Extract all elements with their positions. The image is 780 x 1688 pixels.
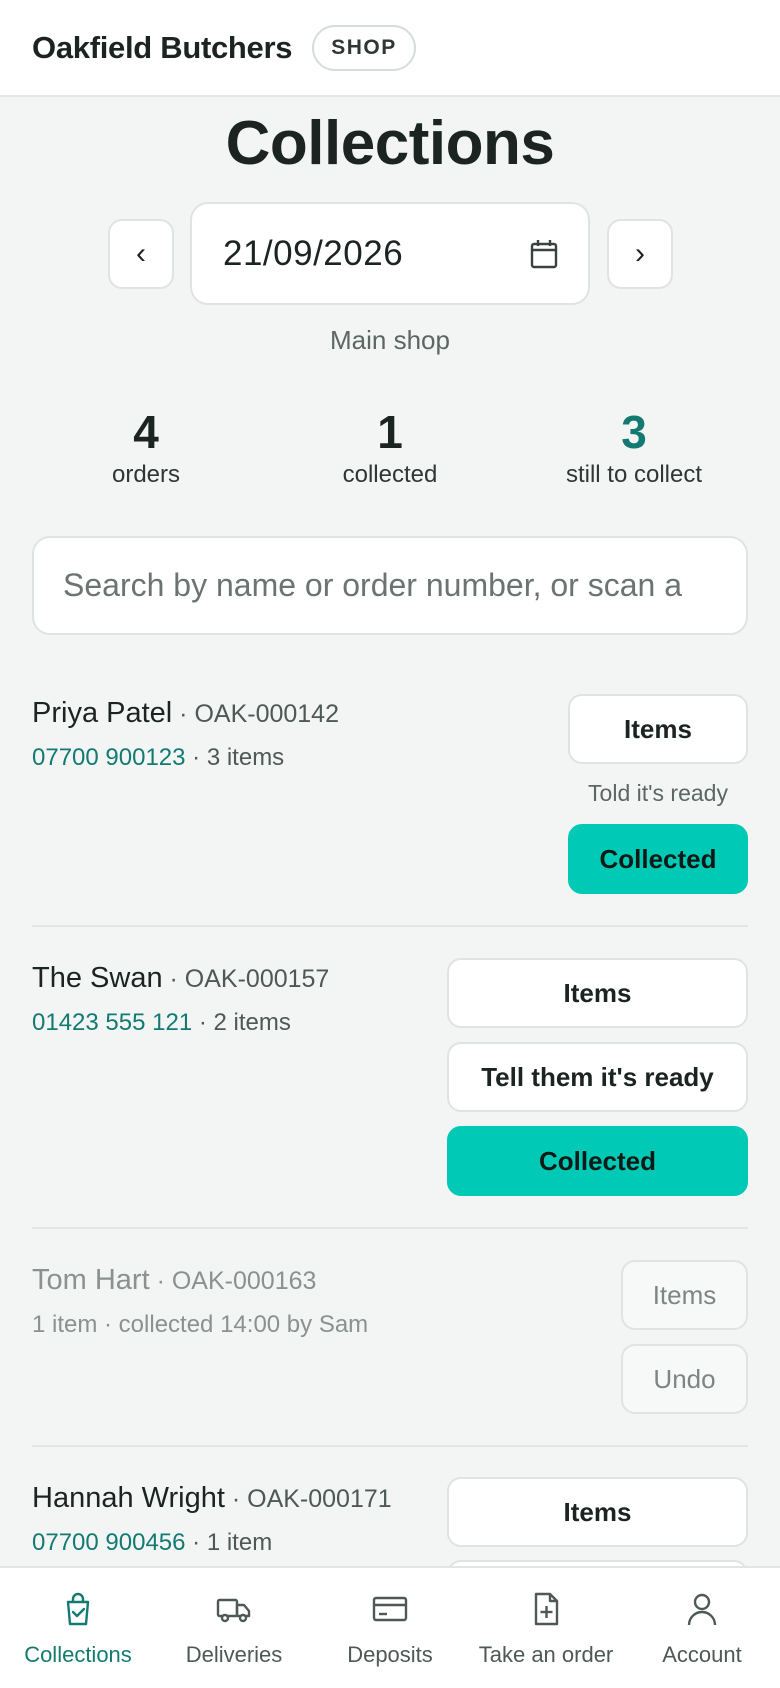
credit-card-icon	[372, 1596, 408, 1622]
nav-label: Deposits	[347, 1642, 433, 1667]
ready-status: Told it's ready	[588, 780, 728, 806]
bottom-nav: Collections Deliveries Deposits Take an …	[0, 1566, 780, 1688]
phone-link[interactable]: 07700 900123	[32, 744, 186, 771]
customer-name: Priya Patel	[32, 697, 173, 729]
item-count: · 3 items	[185, 744, 285, 771]
items-button[interactable]: Items	[568, 694, 748, 764]
order-number: · OAK-000171	[224, 1485, 392, 1513]
order-number: · OAK-000142	[172, 700, 339, 728]
stat-remaining-label: still to collect	[565, 461, 703, 488]
date-value: 21/09/2026	[223, 233, 404, 273]
collected-button[interactable]: Collected	[568, 824, 748, 894]
app-header: Oakfield Butchers SHOP	[0, 0, 780, 97]
tell-ready-button[interactable]: Tell them it's ready	[447, 1042, 748, 1112]
collected-button[interactable]: Collected	[447, 1126, 748, 1196]
brand-name: Oakfield Butchers	[32, 29, 293, 65]
stat-collected-label: collected	[342, 461, 438, 488]
items-button[interactable]: Items	[447, 1477, 748, 1547]
collected-detail: 1 item · collected 14:00 by Sam	[32, 1311, 369, 1338]
document-plus-icon	[534, 1592, 559, 1626]
customer-name: Tom Hart	[32, 1264, 150, 1296]
search-input[interactable]	[63, 567, 717, 604]
item-count: · 1 item	[185, 1529, 273, 1556]
undo-button[interactable]: Undo	[621, 1344, 748, 1414]
order-number: · OAK-000157	[162, 965, 330, 993]
divider	[32, 1445, 748, 1447]
divider	[32, 925, 748, 927]
items-button[interactable]: Items	[447, 958, 748, 1028]
previous-day-button[interactable]: ‹	[108, 219, 174, 289]
nav-collections[interactable]: Collections	[0, 1568, 156, 1688]
stat-remaining-value: 3	[621, 406, 647, 458]
order-number: · OAK-000163	[149, 1267, 317, 1295]
stat-orders-label: orders	[111, 461, 181, 488]
customer-name: Hannah Wright	[32, 1482, 225, 1514]
calendar-icon[interactable]	[530, 239, 558, 269]
nav-deposits[interactable]: Deposits	[312, 1568, 468, 1688]
stat-collected-value: 1	[377, 406, 403, 458]
divider	[32, 1227, 748, 1229]
customer-name: The Swan	[32, 962, 163, 994]
stat-orders-value: 4	[133, 406, 159, 458]
stat-orders: 4 orders	[26, 404, 266, 490]
location-label: Main shop	[330, 325, 450, 355]
nav-label: Take an order	[478, 1642, 614, 1667]
truck-icon	[216, 1598, 251, 1623]
nav-label: Account	[662, 1642, 742, 1667]
nav-label: Collections	[24, 1642, 132, 1667]
nav-account[interactable]: Account	[624, 1568, 780, 1688]
next-day-button[interactable]: ›	[607, 219, 673, 289]
nav-label: Deliveries	[185, 1642, 283, 1667]
phone-link[interactable]: 07700 900456	[32, 1529, 186, 1556]
item-count: · 2 items	[192, 1009, 291, 1036]
user-icon	[687, 1593, 717, 1626]
search-box	[32, 536, 748, 635]
items-button[interactable]: Items	[621, 1260, 748, 1330]
nav-take-order[interactable]: Take an order	[468, 1568, 624, 1688]
shop-badge: SHOP	[312, 24, 416, 71]
phone-link[interactable]: 01423 555 121	[32, 1009, 192, 1036]
date-picker[interactable]: 21/09/2026	[190, 202, 590, 305]
shopping-bag-check-icon	[66, 1592, 90, 1626]
nav-deliveries[interactable]: Deliveries	[156, 1568, 312, 1688]
stat-collected: 1 collected	[270, 404, 510, 490]
page-title: Collections	[225, 109, 555, 178]
stat-remaining: 3 still to collect	[514, 404, 754, 490]
